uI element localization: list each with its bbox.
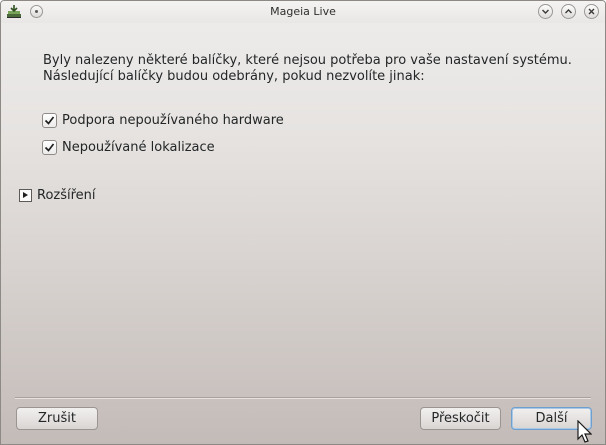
close-icon[interactable] [584,4,599,19]
info-message-line-1: Byly nalezeny některé balíčky, které nej… [43,53,572,68]
cancel-button[interactable]: Zrušit [16,407,98,430]
advanced-expander-label[interactable]: Rozšíření [37,188,96,203]
title-bar[interactable]: Mageia Live [1,1,605,23]
skip-button[interactable]: Přeskočit [420,407,501,430]
option-unused-hardware[interactable]: Podpora nepoužívaného hardware [42,111,284,129]
option-label-unused-locales: Nepoužívané lokalizace [62,139,215,155]
option-unused-locales[interactable]: Nepoužívané lokalizace [42,138,215,156]
dialog-window: Mageia Live Byly nalezeny některé balíčk… [0,0,606,445]
info-message-line-2: Následující balíčky budou odebrány, poku… [43,69,425,84]
checkbox-unused-hardware[interactable] [42,112,57,128]
separator [15,397,591,399]
checkbox-unused-locales[interactable] [42,139,57,155]
advanced-expander[interactable]: Rozšíření [19,188,96,203]
checkmark-icon [44,142,55,152]
option-label-unused-hardware: Podpora nepoužívaného hardware [62,112,284,128]
chevron-up-icon[interactable] [561,4,576,19]
mouse-pointer-icon [577,420,592,443]
chevron-down-icon[interactable] [538,4,553,19]
checkmark-icon [44,115,55,125]
info-message: Byly nalezeny některé balíčky, které nej… [43,53,572,85]
expand-arrow-icon[interactable] [19,189,32,202]
window-title: Mageia Live [270,5,336,18]
